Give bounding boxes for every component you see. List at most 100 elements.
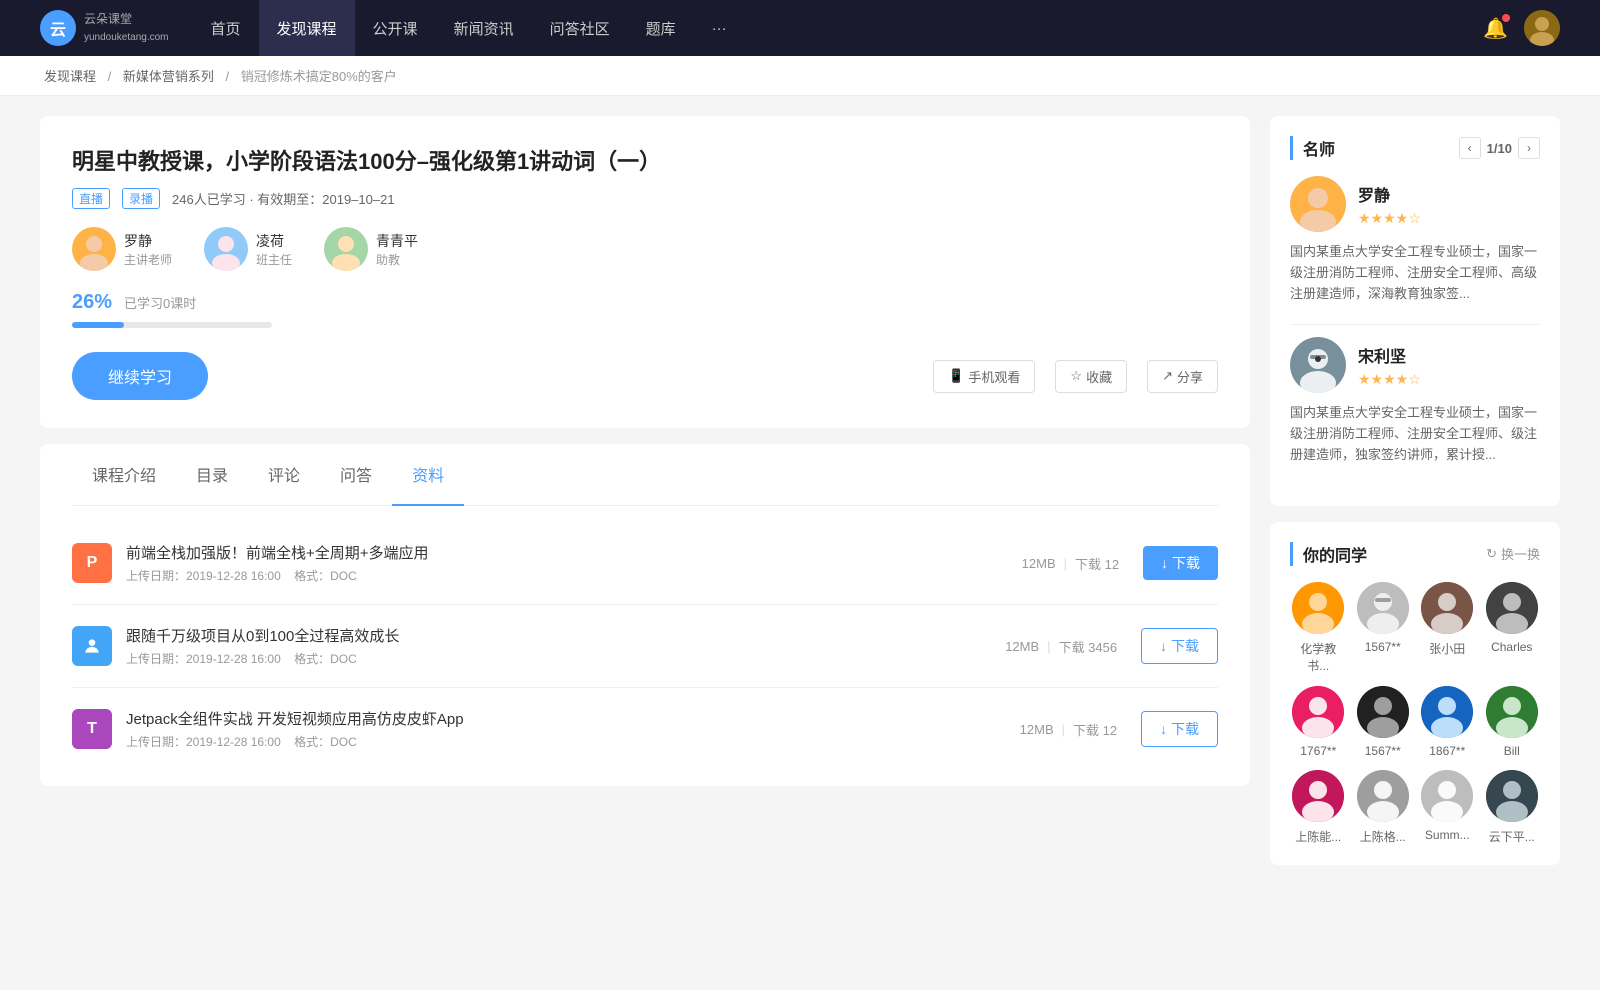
- teacher-nav-prev[interactable]: ‹: [1459, 137, 1481, 159]
- teacher-info-3: 青青平 助教: [376, 231, 418, 268]
- content-area: 明星中教授课，小学阶段语法100分–强化级第1讲动词（一） 直播 录播 246人…: [40, 116, 1250, 881]
- classmates-card: 你的同学 ↻ 换一换 化学教书... 156: [1270, 522, 1560, 865]
- tab-qa[interactable]: 问答: [320, 444, 392, 506]
- classmate-name-2: 1567**: [1365, 640, 1401, 654]
- teacher-nav: ‹ 1/10 ›: [1459, 137, 1540, 159]
- tp-info-2: 宋利坚 ★★★★☆: [1358, 343, 1421, 388]
- download-btn-3[interactable]: ↓ 下载: [1141, 711, 1218, 747]
- classmate-name-11: Summ...: [1425, 828, 1470, 842]
- teacher-name-1: 罗静: [124, 231, 172, 251]
- nav-quiz[interactable]: 题库: [628, 0, 694, 56]
- classmate-1: 化学教书...: [1290, 582, 1347, 674]
- teacher-name-2: 凌荷: [256, 231, 292, 251]
- classmate-name-1: 化学教书...: [1290, 640, 1347, 674]
- classmate-5: 1767**: [1290, 686, 1347, 758]
- classmate-avatar-10: [1357, 770, 1409, 822]
- mobile-watch-btn[interactable]: 📱 手机观看: [933, 360, 1035, 393]
- teacher-name-3: 青青平: [376, 231, 418, 251]
- teacher-item-2: 凌荷 班主任: [204, 227, 292, 271]
- teacher-avatar-2: [204, 227, 248, 271]
- teacher-info-1: 罗静 主讲老师: [124, 231, 172, 268]
- res-meta-3: 上传日期：2019-12-28 16:00 格式：DOC: [126, 733, 1020, 750]
- classmate-name-12: 云下平...: [1489, 828, 1535, 845]
- phone-icon: 📱: [948, 368, 964, 384]
- res-stats-1: 12MB | 下载 12: [1022, 554, 1119, 573]
- navbar: 云 云朵课堂yundouketang.com 首页 发现课程 公开课 新闻资讯 …: [0, 0, 1600, 56]
- tp-desc-2: 国内某重点大学安全工程专业硕士，国家一级注册消防工程师、注册安全工程师、级注册建…: [1290, 403, 1540, 465]
- classmate-avatar-5: [1292, 686, 1344, 738]
- course-card: 明星中教授课，小学阶段语法100分–强化级第1讲动词（一） 直播 录播 246人…: [40, 116, 1250, 428]
- classmate-name-3: 张小田: [1429, 640, 1465, 657]
- user-avatar[interactable]: [1524, 10, 1560, 46]
- star-icon: ☆: [1070, 368, 1082, 384]
- teacher-item-3: 青青平 助教: [324, 227, 418, 271]
- collect-btn[interactable]: ☆ 收藏: [1055, 360, 1127, 393]
- classmate-avatar-3: [1421, 582, 1473, 634]
- refresh-icon: ↻: [1486, 546, 1497, 562]
- tab-catalog[interactable]: 目录: [176, 444, 248, 506]
- badge-live: 直播: [72, 188, 110, 209]
- teacher-info-2: 凌荷 班主任: [256, 231, 292, 268]
- classmate-avatar-11: [1421, 770, 1473, 822]
- download-btn-2[interactable]: ↓ 下载: [1141, 628, 1218, 664]
- famous-teachers-title: 名师 ‹ 1/10 ›: [1290, 136, 1540, 160]
- classmate-name-6: 1567**: [1365, 744, 1401, 758]
- nav-open[interactable]: 公开课: [355, 0, 436, 56]
- tp-avatar-2: [1290, 337, 1346, 393]
- nav-more[interactable]: ···: [694, 0, 745, 56]
- share-btn[interactable]: ↗ 分享: [1147, 360, 1218, 393]
- tp-header-2: 宋利坚 ★★★★☆: [1290, 337, 1540, 393]
- nav-right: 🔔: [1483, 10, 1560, 46]
- notification-dot: [1502, 14, 1510, 22]
- sidebar-teacher-1: 罗静 ★★★★☆ 国内某重点大学安全工程专业硕士，国家一级注册消防工程师、注册安…: [1290, 176, 1540, 304]
- res-icon-1: P: [72, 543, 112, 583]
- teacher-avatar-3: [324, 227, 368, 271]
- tp-name-2: 宋利坚: [1358, 343, 1421, 367]
- resource-item-2: 跟随千万级项目从0到100全过程高效成长 上传日期：2019-12-28 16:…: [72, 605, 1218, 688]
- teacher-nav-next[interactable]: ›: [1518, 137, 1540, 159]
- classmate-name-9: 上陈能...: [1295, 828, 1341, 845]
- nav-home[interactable]: 首页: [193, 0, 259, 56]
- tab-comment[interactable]: 评论: [248, 444, 320, 506]
- resource-item-3: T Jetpack全组件实战 开发短视频应用高仿皮皮虾App 上传日期：2019…: [72, 688, 1218, 770]
- progress-bar-fill: [72, 322, 124, 328]
- teacher-avatar-1: [72, 227, 116, 271]
- course-meta-text: 246人已学习 · 有效期至：2019–10–21: [172, 189, 395, 208]
- tp-name-1: 罗静: [1358, 182, 1421, 206]
- mobile-watch-label: 手机观看: [968, 367, 1020, 386]
- logo-icon: 云: [40, 10, 76, 46]
- teacher-role-1: 主讲老师: [124, 251, 172, 268]
- breadcrumb-item-1[interactable]: 发现课程: [44, 69, 96, 84]
- main-layout: 明星中教授课，小学阶段语法100分–强化级第1讲动词（一） 直播 录播 246人…: [0, 96, 1600, 901]
- nav-discover[interactable]: 发现课程: [259, 0, 355, 56]
- bell-icon[interactable]: 🔔: [1483, 16, 1508, 41]
- course-title: 明星中教授课，小学阶段语法100分–强化级第1讲动词（一）: [72, 144, 1218, 176]
- tab-resources[interactable]: 资料: [392, 444, 464, 506]
- res-name-2: 跟随千万级项目从0到100全过程高效成长: [126, 625, 1005, 646]
- action-row: 继续学习 📱 手机观看 ☆ 收藏 ↗ 分享: [72, 352, 1218, 400]
- progress-pct: 26%: [72, 291, 112, 314]
- nav-qa[interactable]: 问答社区: [532, 0, 628, 56]
- tab-intro[interactable]: 课程介绍: [72, 444, 176, 506]
- res-name-3: Jetpack全组件实战 开发短视频应用高仿皮皮虾App: [126, 708, 1020, 729]
- res-downloads-1: 下载 12: [1075, 554, 1119, 573]
- refresh-classmates-btn[interactable]: ↻ 换一换: [1486, 544, 1540, 563]
- classmate-10: 上陈格...: [1355, 770, 1412, 845]
- teacher-item-1: 罗静 主讲老师: [72, 227, 172, 271]
- classmate-7: 1867**: [1419, 686, 1476, 758]
- classmate-avatar-1: [1292, 582, 1344, 634]
- res-stats-2: 12MB | 下载 3456: [1005, 637, 1117, 656]
- classmate-4: Charles: [1484, 582, 1541, 674]
- breadcrumb-item-2[interactable]: 新媒体营销系列: [123, 69, 214, 84]
- sidebar-teacher-2: 宋利坚 ★★★★☆ 国内某重点大学安全工程专业硕士，国家一级注册消防工程师、注册…: [1290, 337, 1540, 465]
- continue-button[interactable]: 继续学习: [72, 352, 208, 400]
- resource-item-1: P 前端全栈加强版！前端全栈+全周期+多端应用 上传日期：2019-12-28 …: [72, 522, 1218, 605]
- share-icon: ↗: [1162, 368, 1173, 384]
- classmate-3: 张小田: [1419, 582, 1476, 674]
- logo[interactable]: 云 云朵课堂yundouketang.com: [40, 10, 169, 46]
- nav-news[interactable]: 新闻资讯: [436, 0, 532, 56]
- tp-info-1: 罗静 ★★★★☆: [1358, 182, 1421, 227]
- res-stats-3: 12MB | 下载 12: [1020, 720, 1117, 739]
- download-btn-1[interactable]: ↓ 下载: [1143, 546, 1218, 580]
- classmate-avatar-6: [1357, 686, 1409, 738]
